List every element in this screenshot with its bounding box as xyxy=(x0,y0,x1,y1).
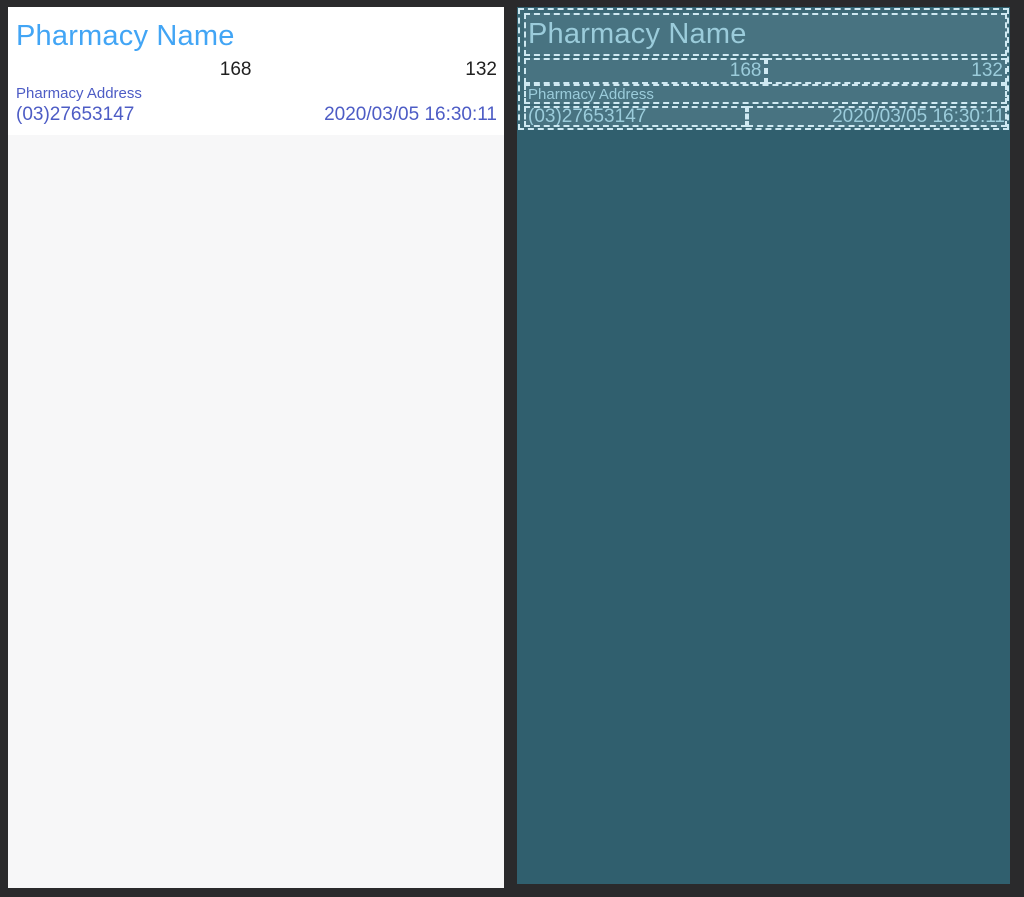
overlay-counter-right-text: 132 xyxy=(971,60,1003,81)
overlay-timestamp-text: 2020/03/05 16:30:11 xyxy=(832,106,1005,127)
overlay-address-text: Pharmacy Address xyxy=(528,85,654,103)
overlay-counter-right-box: 132 xyxy=(765,58,1007,84)
contact-row: (03)27653147 2020/03/05 16:30:11 xyxy=(16,103,497,127)
app-screenshot-panel: Pharmacy Name 168 132 Pharmacy Address (… xyxy=(8,7,504,888)
overlay-phone-text: (03)27653147 xyxy=(528,106,647,127)
pharmacy-name-title: Pharmacy Name xyxy=(16,20,235,52)
counter-left-value: 168 xyxy=(219,59,252,80)
overlay-counter-left-text: 168 xyxy=(729,60,762,81)
pharmacy-address-text: Pharmacy Address xyxy=(16,85,142,102)
timestamp-text: 2020/03/05 16:30:11 xyxy=(324,104,497,125)
counters-row: 168 132 xyxy=(16,57,497,83)
app-body-empty xyxy=(8,135,504,888)
layout-overlay-panel: Pharmacy Name 168 132 Pharmacy Address (… xyxy=(517,7,1010,884)
app-header: Pharmacy Name 168 132 Pharmacy Address (… xyxy=(8,7,504,135)
overlay-timestamp-box: 2020/03/05 16:30:11 xyxy=(747,106,1007,127)
counter-right-value: 132 xyxy=(465,59,497,80)
overlay-counters-row: 168 132 xyxy=(524,58,1007,84)
phone-number-text: (03)27653147 xyxy=(16,104,135,125)
comparison-stage: Pharmacy Name 168 132 Pharmacy Address (… xyxy=(0,0,1024,897)
overlay-counter-left-box: 168 xyxy=(524,58,766,84)
overlay-title-text: Pharmacy Name xyxy=(528,18,747,50)
overlay-title-box: Pharmacy Name xyxy=(524,13,1007,56)
overlay-header-container: Pharmacy Name 168 132 Pharmacy Address (… xyxy=(518,8,1009,130)
overlay-address-box: Pharmacy Address xyxy=(524,84,1007,104)
overlay-phone-box: (03)27653147 xyxy=(524,106,747,127)
overlay-contact-row: (03)27653147 2020/03/05 16:30:11 xyxy=(524,106,1007,127)
